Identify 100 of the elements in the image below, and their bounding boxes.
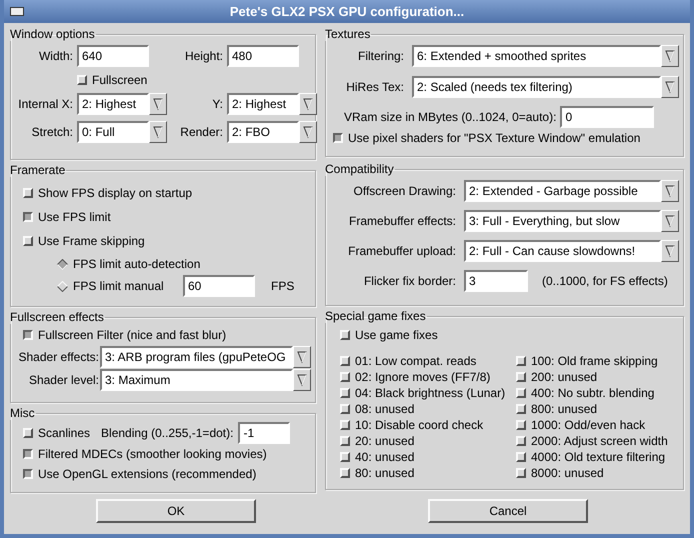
checkbox[interactable] [23,449,33,459]
checkbox-label: Use FPS limit [38,210,111,224]
dropdown-arrow-icon [665,244,675,258]
field-label: HiRes Tex: [345,80,404,94]
dropdown-arrow-icon [665,214,675,228]
checkbox-label: 80: unused [355,466,414,480]
checkbox-label: 4000: Old texture filtering [531,450,666,464]
field-label: Width: [38,49,73,63]
field-label: Filtering: [356,49,404,63]
dropdown-field[interactable]: 3: Maximum [100,369,293,391]
checkbox[interactable] [333,133,343,143]
field-label: Stretch: [30,125,73,139]
group-title: Window options [9,27,96,41]
checkbox-label: Use game fixes [355,328,438,342]
dropdown-button[interactable] [293,369,311,391]
field-label: Offscreen Drawing: [352,184,456,198]
dropdown-arrow-icon [665,49,675,63]
input-field[interactable]: 640 [77,45,149,67]
dropdown-button[interactable] [299,121,317,143]
checkbox-label: Fullscreen Filter (nice and fast blur) [38,328,226,342]
unit-label: FPS [271,279,294,293]
dropdown-field[interactable]: 0: Full [77,121,149,143]
checkbox-label: 20: unused [355,434,414,448]
checkbox-label: Fullscreen [92,73,148,87]
dropdown-field[interactable]: 3: ARB program files (gpuPeteOG [100,346,293,368]
checkbox-label: 200: unused [531,370,598,384]
field-label: Shader effects: [18,350,99,364]
dropdown-button[interactable] [661,240,679,262]
group-title: Special game fixes [324,309,427,323]
group-title: Textures [324,27,372,41]
dropdown-button[interactable] [661,76,679,98]
window-title: Pete's GLX2 PSX GPU configuration... [228,4,466,19]
checkbox-label: Use Frame skipping [38,234,145,248]
dropdown-field[interactable]: 2: Highest [77,93,149,115]
dialog-button[interactable]: OK [96,499,256,523]
dropdown-field[interactable]: 2: Full - Can cause slowdowns! [464,240,661,262]
field-label: Framebuffer upload: [347,244,456,258]
checkbox[interactable] [23,330,33,340]
radio-label: FPS limit manual [73,279,164,293]
dropdown-arrow-icon [665,80,675,94]
field-label: Y: [211,97,223,111]
checkbox-label: 400: No subtr. blending [531,386,654,400]
input-field[interactable]: 60 [183,275,255,297]
input-field[interactable]: 0 [560,106,654,128]
group-title: Compatibility [324,162,395,176]
dropdown-field[interactable]: 6: Extended + smoothed sprites [412,45,661,67]
field-label: Shader level: [28,373,99,387]
field-label: Blending (0..255,-1=dot): [101,426,234,440]
field-label: Framebuffer effects: [348,214,456,228]
checkbox-label: Filtered MDECs (smoother looking movies) [38,447,267,461]
group-title: Misc [9,406,36,420]
dropdown-arrow-icon [297,350,307,364]
field-label: Internal X: [17,97,73,111]
checkbox-label: Use OpenGL extensions (recommended) [38,467,256,481]
radio-button[interactable] [57,258,68,270]
input-field[interactable]: 480 [227,45,299,67]
dropdown-field[interactable]: 2: Scaled (needs tex filtering) [412,76,661,98]
checkbox-label: Use pixel shaders for "PSX Texture Window" emulation [348,131,640,145]
field-label: Render: [179,125,223,139]
dropdown-field[interactable]: 2: Highest [227,93,299,115]
input-field[interactable]: -1 [238,422,290,444]
checkbox-label: 04: Black brightness (Lunar) [355,386,506,400]
window-menu-icon[interactable] [10,7,24,16]
checkbox[interactable] [23,469,33,479]
checkbox-label: 100: Old frame skipping [531,354,658,368]
checkbox-label: 2000: Adjust screen width [531,434,668,448]
checkbox-label: 1000: Odd/even hack [531,418,646,432]
dropdown-arrow-icon [665,184,675,198]
dropdown-arrow-icon [297,373,307,387]
dropdown-field[interactable]: 2: Extended - Garbage possible [464,180,661,202]
dropdown-button[interactable] [293,346,311,368]
hint-text: (0..1000, for FS effects) [542,274,668,288]
checkbox-label: Scanlines [38,426,90,440]
dropdown-button[interactable] [661,180,679,202]
input-field[interactable]: 3 [464,270,528,292]
group-title: Framerate [9,163,66,177]
checkbox-label: 02: Ignore moves (FF7/8) [355,370,490,384]
checkbox-label: 40: unused [355,450,414,464]
checkbox-label: Show FPS display on startup [38,186,192,200]
dropdown-button[interactable] [661,45,679,67]
checkbox-label: 08: unused [355,402,414,416]
dropdown-button[interactable] [149,121,167,143]
field-label: VRam size in MBytes (0..1024, 0=auto): [344,110,556,124]
dialog-button[interactable]: Cancel [428,499,588,523]
dropdown-button[interactable] [661,210,679,232]
checkbox[interactable] [23,212,33,222]
checkbox-label: 8000: unused [531,466,604,480]
checkbox-label: 10: Disable coord check [355,418,484,432]
dropdown-arrow-icon [303,125,313,139]
field-label: Flicker fix border: [362,274,456,288]
field-label: Height: [184,49,223,63]
group-title: Fullscreen effects [9,310,105,324]
radio-label: FPS limit auto-detection [73,257,200,271]
dropdown-arrow-icon [153,125,163,139]
dropdown-button[interactable] [299,93,317,115]
dropdown-field[interactable]: 3: Full - Everything, but slow [464,210,661,232]
dropdown-arrow-icon [153,97,163,111]
dropdown-button[interactable] [149,93,167,115]
checkbox-label: 01: Low compat. reads [355,354,476,368]
dropdown-field[interactable]: 2: FBO [227,121,299,143]
